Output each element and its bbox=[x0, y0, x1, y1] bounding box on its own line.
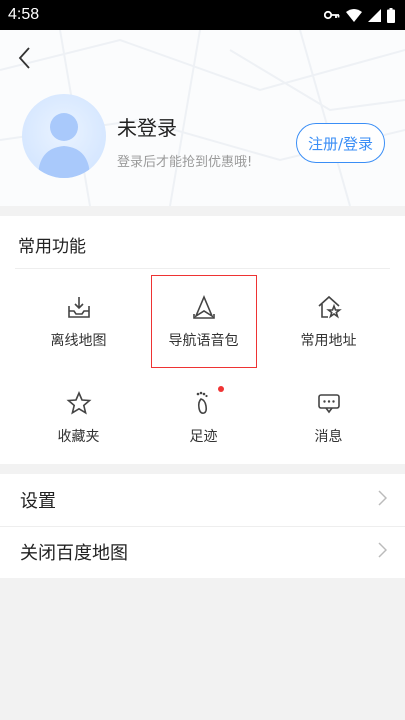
grid-label: 常用地址 bbox=[300, 333, 357, 349]
list-item-label: 设置 bbox=[20, 491, 56, 512]
chevron-left-icon bbox=[17, 46, 31, 74]
grid-item-offline-map[interactable]: 离线地图 bbox=[16, 284, 141, 364]
grid-item-footprint[interactable]: 足迹 bbox=[141, 380, 266, 460]
status-icons bbox=[324, 7, 395, 23]
settings-list: 设置 关闭百度地图 bbox=[0, 474, 405, 578]
list-item-settings[interactable]: 设置 bbox=[0, 474, 405, 526]
list-item-close-app[interactable]: 关闭百度地图 bbox=[0, 526, 405, 578]
grid-item-messages[interactable]: 消息 bbox=[266, 380, 391, 460]
footprint-icon bbox=[191, 386, 224, 416]
register-login-button[interactable]: 注册/登录 bbox=[296, 123, 385, 163]
grid-label: 离线地图 bbox=[50, 333, 107, 349]
chevron-right-icon bbox=[378, 542, 388, 562]
login-hint: 登录后才能抢到优惠哦! bbox=[117, 155, 253, 170]
grid-label: 收藏夹 bbox=[57, 429, 100, 445]
offline-map-icon bbox=[66, 294, 92, 320]
profile-header: 未登录 登录后才能抢到优惠哦! 注册/登录 bbox=[0, 30, 405, 206]
status-time: 4:58 bbox=[8, 6, 40, 23]
common-functions-card: 常用功能 离线地图 导航语音包 常用地址 收藏夹 足迹 消息 bbox=[0, 216, 405, 464]
user-silhouette-icon bbox=[38, 113, 90, 178]
status-bar: 4:58 bbox=[0, 0, 405, 30]
grid-item-favorites[interactable]: 收藏夹 bbox=[16, 380, 141, 460]
divider bbox=[15, 268, 390, 269]
notification-badge bbox=[217, 386, 224, 392]
avatar[interactable] bbox=[22, 94, 106, 178]
section-title: 常用功能 bbox=[18, 237, 86, 257]
highlight-box bbox=[151, 275, 257, 368]
battery-icon bbox=[387, 7, 395, 23]
message-icon bbox=[316, 390, 342, 416]
signal-icon bbox=[368, 8, 381, 22]
back-button[interactable] bbox=[10, 44, 38, 76]
star-icon bbox=[65, 390, 92, 416]
username: 未登录 bbox=[117, 116, 177, 140]
grid-label: 足迹 bbox=[189, 429, 218, 445]
key-icon bbox=[324, 10, 340, 20]
wifi-icon bbox=[346, 8, 362, 22]
grid-item-common-address[interactable]: 常用地址 bbox=[266, 284, 391, 364]
chevron-right-icon bbox=[378, 490, 388, 510]
list-item-label: 关闭百度地图 bbox=[20, 543, 128, 564]
grid-label: 消息 bbox=[314, 429, 343, 445]
home-star-icon bbox=[316, 294, 342, 320]
